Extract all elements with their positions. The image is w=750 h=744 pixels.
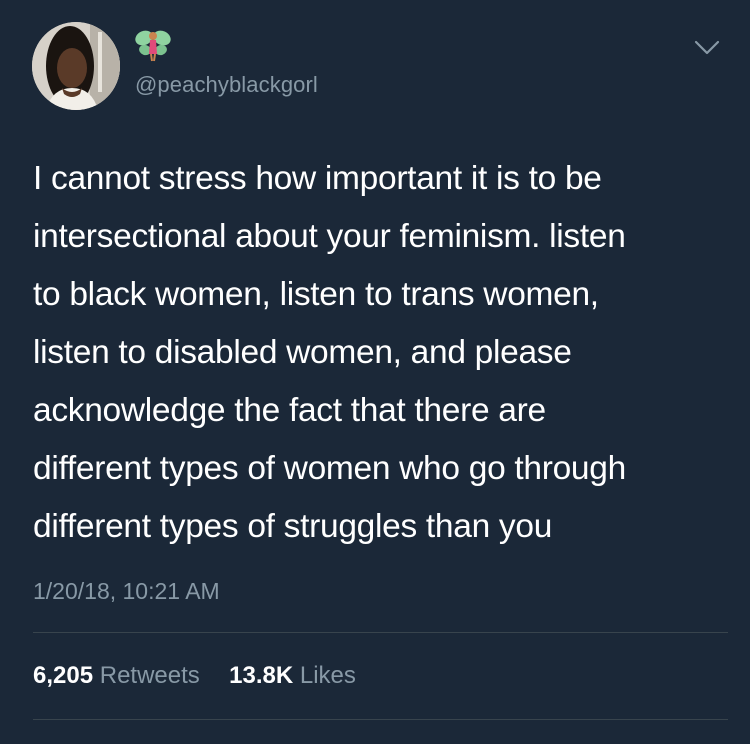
likes-count: 13.8K [229,662,294,689]
tweet-card: @peachyblackgorl I cannot stress how imp… [0,0,750,744]
retweets-stat[interactable]: 6,205 Retweets [33,662,206,689]
likes-stat[interactable]: 13.8K Likes [222,662,356,689]
tweet-text: I cannot stress how important it is to b… [33,160,626,545]
avatar[interactable] [32,22,120,110]
divider [33,632,728,633]
fairy-emoji-icon [134,26,172,62]
retweets-count: 6,205 [33,662,94,689]
tweet-stats: 6,205 Retweets 13.8K Likes [33,662,356,690]
user-handle[interactable]: @peachyblackgorl [135,72,318,98]
avatar-image [32,22,120,110]
tweet-timestamp[interactable]: 1/20/18, 10:21 AM [33,578,220,605]
likes-label: Likes [299,662,356,689]
retweets-label: Retweets [99,662,200,689]
divider [33,719,728,720]
chevron-down-icon[interactable] [693,38,721,58]
